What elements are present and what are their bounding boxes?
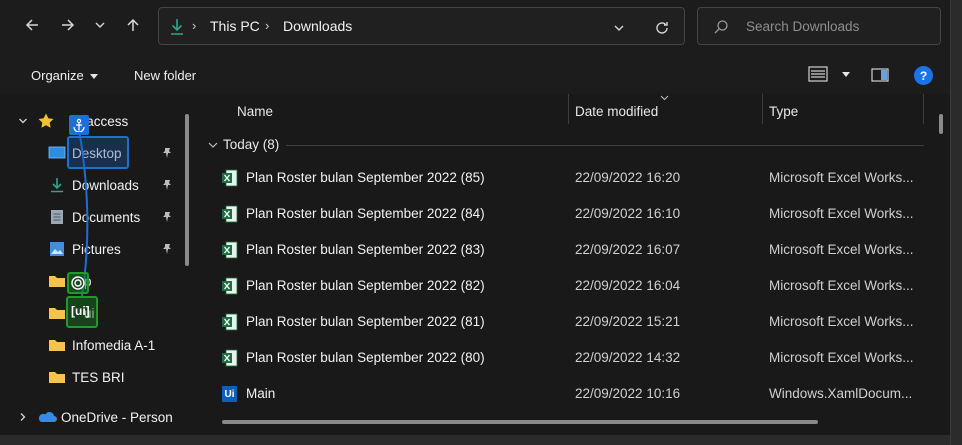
file-name: Plan Roster bulan September 2022 (81) [246, 314, 485, 329]
overlay-label: [ui] [71, 304, 90, 318]
chevron-right-icon [20, 413, 26, 421]
search-placeholder: Search Downloads [746, 19, 860, 34]
excel-icon [222, 241, 238, 259]
view-options-button[interactable] [808, 66, 850, 85]
onedrive-cloud-icon [38, 412, 57, 422]
window-edge [950, 0, 962, 445]
file-row[interactable]: Ui Main 22/09/2022 10:16 Windows.XamlDoc… [200, 376, 925, 412]
refresh-icon[interactable] [654, 20, 670, 36]
file-name: Plan Roster bulan September 2022 (80) [246, 350, 485, 365]
preview-pane-icon [871, 68, 889, 82]
file-type: Microsoft Excel Works... [769, 314, 914, 329]
sort-descending-icon [660, 95, 669, 101]
column-header-label: Type [769, 104, 799, 119]
breadcrumb-downloads[interactable]: Downloads [283, 18, 352, 34]
group-header-today[interactable]: Today (8) [208, 137, 279, 152]
file-name: Plan Roster bulan September 2022 (85) [246, 170, 485, 185]
file-row[interactable]: Plan Roster bulan September 2022 (81) 22… [200, 304, 925, 340]
file-list-horizontal-scrollbar[interactable] [222, 420, 818, 424]
overlay-connector-line [78, 129, 89, 297]
target-icon [71, 276, 85, 290]
target-marker [67, 272, 89, 294]
help-icon[interactable]: ? [914, 66, 933, 85]
excel-icon [222, 313, 238, 331]
excel-icon [222, 169, 238, 187]
file-date: 22/09/2022 16:20 [575, 170, 681, 185]
file-row[interactable]: Plan Roster bulan September 2022 (85) 22… [200, 160, 925, 196]
breadcrumb-separator: › [265, 18, 270, 33]
column-header-name[interactable]: Name [200, 94, 568, 128]
file-type: Microsoft Excel Works... [769, 242, 914, 257]
xaml-icon: Ui [222, 386, 237, 402]
anchor-icon [73, 118, 85, 132]
file-date: 22/09/2022 16:10 [575, 206, 681, 221]
file-date: 22/09/2022 15:21 [575, 314, 681, 329]
file-date: 22/09/2022 14:32 [575, 350, 681, 365]
column-header-label: Name [237, 104, 274, 119]
file-row[interactable]: Plan Roster bulan September 2022 (80) 22… [200, 340, 925, 376]
excel-icon [222, 277, 238, 295]
column-header-date-modified[interactable]: Date modified [569, 94, 762, 128]
status-bar [0, 435, 950, 445]
search-box[interactable]: Search Downloads [697, 7, 941, 45]
file-list-vertical-scrollbar[interactable] [939, 114, 943, 134]
address-bar[interactable]: › This PC › Downloads [158, 7, 685, 45]
file-type: Windows.XamlDocum... [769, 386, 913, 401]
file-date: 22/09/2022 16:04 [575, 278, 681, 293]
file-row[interactable]: Plan Roster bulan September 2022 (82) 22… [200, 268, 925, 304]
column-divider[interactable] [923, 94, 924, 124]
nav-item-label: TES BRI [72, 369, 125, 385]
file-type: Microsoft Excel Works... [769, 278, 914, 293]
file-name: Plan Roster bulan September 2022 (83) [246, 242, 485, 257]
file-type: Microsoft Excel Works... [769, 350, 914, 365]
nav-item-onedrive[interactable]: OneDrive - Person [18, 402, 173, 432]
caret-down-icon [842, 72, 850, 77]
group-divider-line [286, 145, 924, 146]
file-name: Main [246, 386, 276, 401]
highlight-ui-overlay: [ui] [66, 296, 98, 328]
file-date: 22/09/2022 10:16 [575, 386, 681, 401]
folder-icon [49, 372, 65, 383]
breadcrumb-this-pc[interactable]: This PC [210, 18, 260, 34]
highlight-desktop-overlay [67, 136, 129, 169]
file-date: 22/09/2022 16:07 [575, 242, 681, 257]
file-type: Microsoft Excel Works... [769, 170, 914, 185]
nav-item-label: OneDrive - Person [61, 409, 173, 425]
nav-item-tes-bri[interactable]: TES BRI [48, 362, 125, 392]
address-history-chevron-icon[interactable] [613, 23, 625, 33]
excel-icon [222, 349, 238, 367]
file-row[interactable]: Plan Roster bulan September 2022 (83) 22… [200, 232, 925, 268]
preview-pane-button[interactable] [871, 68, 889, 85]
file-list: Name Date modified Type Today (8) Plan R… [200, 94, 950, 435]
chevron-down-icon [208, 143, 218, 149]
file-name: Plan Roster bulan September 2022 (82) [246, 278, 485, 293]
file-type: Microsoft Excel Works... [769, 206, 914, 221]
file-name: Plan Roster bulan September 2022 (84) [246, 206, 485, 221]
file-row[interactable]: Plan Roster bulan September 2022 (84) 22… [200, 196, 925, 232]
search-icon [714, 20, 728, 34]
details-view-icon [808, 66, 828, 82]
column-header-label: Date modified [575, 104, 659, 119]
anchor-marker [69, 115, 89, 135]
group-header-label: Today (8) [223, 137, 280, 152]
excel-icon [222, 205, 238, 223]
column-header-type[interactable]: Type [763, 94, 923, 128]
